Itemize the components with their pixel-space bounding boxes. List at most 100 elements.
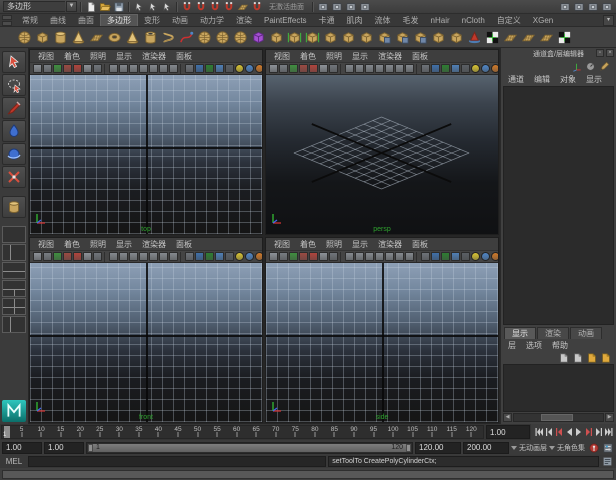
open-scene-icon[interactable] xyxy=(98,0,111,13)
snap-point-icon[interactable] xyxy=(208,0,221,13)
polygon-cone-icon[interactable] xyxy=(70,29,87,46)
channel-box-menu-通道[interactable]: 通道 xyxy=(503,74,529,85)
polygon-pyramid-icon[interactable] xyxy=(124,29,141,46)
script-editor-icon[interactable] xyxy=(601,455,614,468)
exposure-icon[interactable] xyxy=(481,64,490,73)
highlight-selection-icon[interactable] xyxy=(558,0,571,13)
viewport-menu-显示[interactable]: 显示 xyxy=(111,239,137,250)
shadows-icon[interactable] xyxy=(385,252,394,261)
character-set-dropdown[interactable]: 无角色集 xyxy=(549,443,585,453)
layer-tab-渲染[interactable]: 渲染 xyxy=(537,327,569,339)
shadows-icon[interactable] xyxy=(385,64,394,73)
viewport-canvas-side[interactable]: side xyxy=(266,263,498,422)
shelf-tab-毛发[interactable]: 毛发 xyxy=(397,14,425,26)
new-layer-from-selected-icon[interactable] xyxy=(599,351,612,364)
viewport-menu-显示[interactable]: 显示 xyxy=(347,51,373,62)
three-pane-layout[interactable] xyxy=(2,280,26,297)
viewport-menu-照明[interactable]: 照明 xyxy=(321,239,347,250)
poly-cylinder-tool[interactable] xyxy=(2,196,26,218)
polygon-torus-icon[interactable] xyxy=(106,29,123,46)
move-layer-icon[interactable] xyxy=(557,351,570,364)
two-pane-stacked-layout[interactable] xyxy=(2,262,26,279)
viewport-menu-渲染器[interactable]: 渲染器 xyxy=(137,51,171,62)
make-live-icon[interactable] xyxy=(250,0,263,13)
2d-pan-zoom-icon[interactable] xyxy=(319,252,328,261)
render-current-frame-icon[interactable] xyxy=(330,0,343,13)
select-camera-icon[interactable] xyxy=(33,64,42,73)
smooth-mesh-icon[interactable] xyxy=(196,29,213,46)
smooth-preview-icon[interactable] xyxy=(232,29,249,46)
curve-tool-icon[interactable] xyxy=(178,29,195,46)
ipr-render-icon[interactable] xyxy=(344,0,357,13)
wedge-face-icon[interactable] xyxy=(322,29,339,46)
viewport-menu-渲染器[interactable]: 渲染器 xyxy=(373,51,407,62)
animation-end-field[interactable]: 200.00 xyxy=(463,442,509,454)
viewport-menu-面板[interactable]: 面板 xyxy=(171,51,197,62)
status-separator[interactable] xyxy=(126,1,131,13)
channel-box-list[interactable] xyxy=(503,86,614,325)
menu-set-selector[interactable]: 多边形 xyxy=(3,1,65,12)
empty-layer-icon[interactable] xyxy=(571,351,584,364)
viewport-menu-面板[interactable]: 面板 xyxy=(407,239,433,250)
wireframe-icon[interactable] xyxy=(345,64,354,73)
shelf-tab-toggle-icon[interactable] xyxy=(2,15,12,20)
single-pane-layout[interactable] xyxy=(2,226,26,243)
snap-curve-icon[interactable] xyxy=(194,0,207,13)
grid-layout-icon[interactable] xyxy=(586,0,599,13)
smooth-shade-icon[interactable] xyxy=(119,64,128,73)
xray-icon[interactable] xyxy=(441,252,450,261)
status-separator[interactable] xyxy=(310,1,315,13)
ambient-occlusion-icon[interactable] xyxy=(159,252,168,261)
shelf-options-icon[interactable]: ▾ xyxy=(603,15,614,26)
wireframe-icon[interactable] xyxy=(345,252,354,261)
anim-layer-dropdown[interactable]: 无动画层 xyxy=(511,443,547,453)
viewport-menu-着色[interactable]: 着色 xyxy=(59,239,85,250)
select-camera-icon[interactable] xyxy=(269,252,278,261)
gate-mask-icon[interactable] xyxy=(225,64,234,73)
lock-camera-icon[interactable] xyxy=(279,252,288,261)
textured-icon[interactable] xyxy=(365,64,374,73)
viewport-menu-视图[interactable]: 视图 xyxy=(269,51,295,62)
viewport-pane-persp[interactable]: 视图着色照明显示渲染器面板persp xyxy=(265,49,499,235)
command-input[interactable] xyxy=(28,456,326,467)
resolution-gate-icon[interactable] xyxy=(215,252,224,261)
scroll-right-icon[interactable]: ▶ xyxy=(605,413,614,422)
mirror-geometry-icon[interactable] xyxy=(484,29,501,46)
lock-camera-icon[interactable] xyxy=(279,64,288,73)
command-line-language-label[interactable]: MEL xyxy=(2,457,26,466)
pencil-icon[interactable] xyxy=(598,60,611,73)
time-slider[interactable]: 1 51015202530354045505560657075808590951… xyxy=(1,425,484,439)
playback-end-field[interactable]: 120.00 xyxy=(415,442,461,454)
viewport-menu-显示[interactable]: 显示 xyxy=(111,51,137,62)
outliner-persp-layout[interactable] xyxy=(2,316,26,333)
smooth-shade-icon[interactable] xyxy=(355,252,364,261)
bookmark-icon[interactable] xyxy=(299,64,308,73)
exposure-icon[interactable] xyxy=(245,252,254,261)
field-chart-icon[interactable] xyxy=(471,64,480,73)
shelf-tab-曲面[interactable]: 曲面 xyxy=(72,14,100,26)
step-forward-frame-button[interactable] xyxy=(594,426,603,438)
gamma-icon[interactable] xyxy=(491,252,498,261)
append-polygon-icon[interactable] xyxy=(358,29,375,46)
viewport-menu-着色[interactable]: 着色 xyxy=(295,239,321,250)
shelf-tab-nHair[interactable]: nHair xyxy=(425,14,456,26)
uv-texture-editor-icon[interactable] xyxy=(556,29,573,46)
status-separator[interactable] xyxy=(78,1,83,13)
shelf-tab-nCloth[interactable]: nCloth xyxy=(456,14,491,26)
resolution-gate-icon[interactable] xyxy=(215,64,224,73)
range-end-handle[interactable] xyxy=(406,444,411,452)
field-chart-icon[interactable] xyxy=(235,64,244,73)
polygon-cylinder-icon[interactable] xyxy=(52,29,69,46)
shelf-tab-动画[interactable]: 动画 xyxy=(166,14,194,26)
playback-start-field[interactable]: 1.00 xyxy=(44,442,84,454)
ambient-occlusion-icon[interactable] xyxy=(395,64,404,73)
bookmark-icon[interactable] xyxy=(299,252,308,261)
shelf-tab-自定义[interactable]: 自定义 xyxy=(491,14,527,26)
viewport-menu-渲染器[interactable]: 渲染器 xyxy=(373,239,407,250)
select-object-icon[interactable] xyxy=(146,0,159,13)
layer-menu-选项[interactable]: 选项 xyxy=(521,340,547,351)
viewport-canvas-persp[interactable]: persp xyxy=(266,75,498,234)
maya-logo-icon[interactable] xyxy=(2,400,26,422)
resolution-gate-icon[interactable] xyxy=(451,252,460,261)
range-slider-bar[interactable]: 1 120 xyxy=(88,444,411,452)
